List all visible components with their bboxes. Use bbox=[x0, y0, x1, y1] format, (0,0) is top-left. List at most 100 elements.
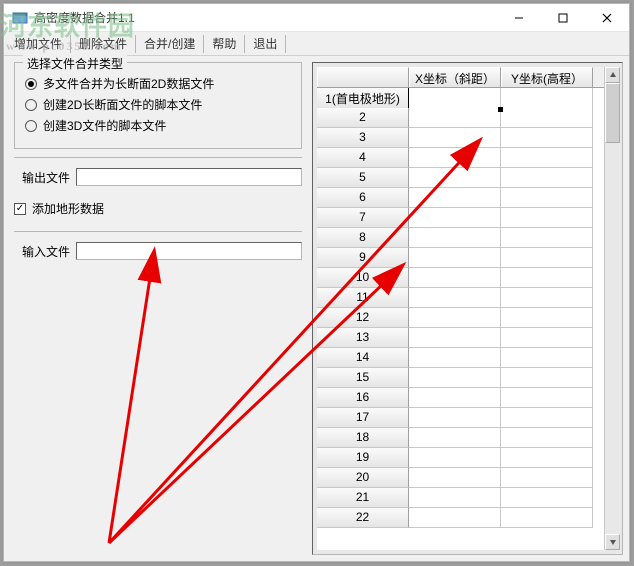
table-row[interactable]: 12 bbox=[317, 308, 604, 328]
scroll-thumb[interactable] bbox=[605, 83, 620, 143]
cell-y[interactable] bbox=[501, 308, 593, 328]
row-header[interactable]: 19 bbox=[317, 448, 409, 468]
row-header[interactable]: 16 bbox=[317, 388, 409, 408]
row-header[interactable]: 10 bbox=[317, 268, 409, 288]
row-header[interactable]: 9 bbox=[317, 248, 409, 268]
cell-y[interactable] bbox=[501, 268, 593, 288]
radio-option-script-2d[interactable]: 创建2D长断面文件的脚本文件 bbox=[25, 96, 291, 113]
cell-y[interactable] bbox=[501, 188, 593, 208]
table-row[interactable]: 4 bbox=[317, 148, 604, 168]
row-header[interactable]: 21 bbox=[317, 488, 409, 508]
cell-x[interactable] bbox=[409, 488, 501, 508]
scroll-up-button[interactable] bbox=[605, 67, 620, 83]
table-row[interactable]: 9 bbox=[317, 248, 604, 268]
cell-y[interactable] bbox=[501, 248, 593, 268]
row-header[interactable]: 20 bbox=[317, 468, 409, 488]
cell-y[interactable] bbox=[501, 108, 593, 128]
close-button[interactable] bbox=[585, 4, 629, 32]
col-header-row[interactable] bbox=[317, 67, 409, 87]
row-header[interactable]: 12 bbox=[317, 308, 409, 328]
col-header-x[interactable]: X坐标（斜距） bbox=[409, 67, 501, 87]
table-row[interactable]: 20 bbox=[317, 468, 604, 488]
table-row[interactable]: 6 bbox=[317, 188, 604, 208]
row-header[interactable]: 6 bbox=[317, 188, 409, 208]
cell-y[interactable] bbox=[501, 508, 593, 528]
toolbar-add-file[interactable]: 增加文件 bbox=[8, 33, 68, 54]
maximize-button[interactable] bbox=[541, 4, 585, 32]
cell-y[interactable] bbox=[501, 388, 593, 408]
cell-x[interactable] bbox=[409, 368, 501, 388]
cell-y[interactable] bbox=[501, 288, 593, 308]
toolbar-remove-file[interactable]: 删除文件 bbox=[73, 33, 133, 54]
cell-x[interactable] bbox=[409, 508, 501, 528]
cell-x[interactable] bbox=[409, 268, 501, 288]
row-header[interactable]: 5 bbox=[317, 168, 409, 188]
row-header[interactable]: 4 bbox=[317, 148, 409, 168]
scroll-down-button[interactable] bbox=[605, 534, 620, 550]
table-body[interactable]: 1(首电极地形)23456789101112131415161718192021… bbox=[317, 88, 604, 550]
table-row[interactable]: 21 bbox=[317, 488, 604, 508]
table-row[interactable]: 13 bbox=[317, 328, 604, 348]
cell-x[interactable] bbox=[409, 388, 501, 408]
input-file-input[interactable] bbox=[76, 242, 302, 260]
toolbar-merge-create[interactable]: 合并/创建 bbox=[138, 33, 201, 54]
cell-x[interactable] bbox=[409, 328, 501, 348]
row-header[interactable]: 2 bbox=[317, 108, 409, 128]
cell-x[interactable] bbox=[409, 148, 501, 168]
table-row[interactable]: 8 bbox=[317, 228, 604, 248]
cell-y[interactable] bbox=[501, 328, 593, 348]
table-row[interactable]: 1(首电极地形) bbox=[317, 88, 604, 108]
cell-y[interactable] bbox=[501, 88, 593, 110]
table-row[interactable]: 11 bbox=[317, 288, 604, 308]
table-row[interactable]: 14 bbox=[317, 348, 604, 368]
cell-x[interactable] bbox=[409, 348, 501, 368]
radio-option-multi-2d[interactable]: 多文件合并为长断面2D数据文件 bbox=[25, 75, 291, 92]
cell-y[interactable] bbox=[501, 468, 593, 488]
row-header[interactable]: 13 bbox=[317, 328, 409, 348]
row-header[interactable]: 17 bbox=[317, 408, 409, 428]
table-row[interactable]: 15 bbox=[317, 368, 604, 388]
table-row[interactable]: 22 bbox=[317, 508, 604, 528]
table-row[interactable]: 17 bbox=[317, 408, 604, 428]
cell-y[interactable] bbox=[501, 148, 593, 168]
row-header[interactable]: 22 bbox=[317, 508, 409, 528]
cell-y[interactable] bbox=[501, 208, 593, 228]
table-row[interactable]: 2 bbox=[317, 108, 604, 128]
cell-x[interactable] bbox=[409, 248, 501, 268]
col-header-y[interactable]: Y坐标(高程） bbox=[501, 67, 593, 87]
row-header[interactable]: 11 bbox=[317, 288, 409, 308]
add-terrain-check[interactable]: 添加地形数据 bbox=[14, 200, 302, 217]
cell-y[interactable] bbox=[501, 368, 593, 388]
minimize-button[interactable] bbox=[497, 4, 541, 32]
cell-y[interactable] bbox=[501, 168, 593, 188]
cell-y[interactable] bbox=[501, 448, 593, 468]
selection-handle[interactable] bbox=[498, 107, 503, 112]
vertical-scrollbar[interactable] bbox=[604, 67, 620, 550]
scroll-track[interactable] bbox=[605, 83, 620, 534]
toolbar-exit[interactable]: 退出 bbox=[247, 33, 283, 54]
table-row[interactable]: 19 bbox=[317, 448, 604, 468]
cell-x[interactable] bbox=[409, 168, 501, 188]
row-header[interactable]: 15 bbox=[317, 368, 409, 388]
cell-y[interactable] bbox=[501, 488, 593, 508]
cell-x[interactable] bbox=[409, 468, 501, 488]
cell-y[interactable] bbox=[501, 408, 593, 428]
row-header[interactable]: 7 bbox=[317, 208, 409, 228]
table-row[interactable]: 7 bbox=[317, 208, 604, 228]
cell-y[interactable] bbox=[501, 428, 593, 448]
cell-y[interactable] bbox=[501, 228, 593, 248]
row-header[interactable]: 8 bbox=[317, 228, 409, 248]
row-header[interactable]: 14 bbox=[317, 348, 409, 368]
cell-y[interactable] bbox=[501, 348, 593, 368]
cell-x[interactable] bbox=[409, 108, 501, 128]
row-header[interactable]: 1(首电极地形) bbox=[317, 88, 409, 110]
table-row[interactable]: 16 bbox=[317, 388, 604, 408]
cell-x[interactable] bbox=[409, 428, 501, 448]
cell-x[interactable] bbox=[409, 228, 501, 248]
cell-x[interactable] bbox=[409, 128, 501, 148]
toolbar-help[interactable]: 帮助 bbox=[206, 33, 242, 54]
cell-y[interactable] bbox=[501, 128, 593, 148]
cell-x[interactable] bbox=[409, 88, 501, 110]
cell-x[interactable] bbox=[409, 288, 501, 308]
cell-x[interactable] bbox=[409, 408, 501, 428]
